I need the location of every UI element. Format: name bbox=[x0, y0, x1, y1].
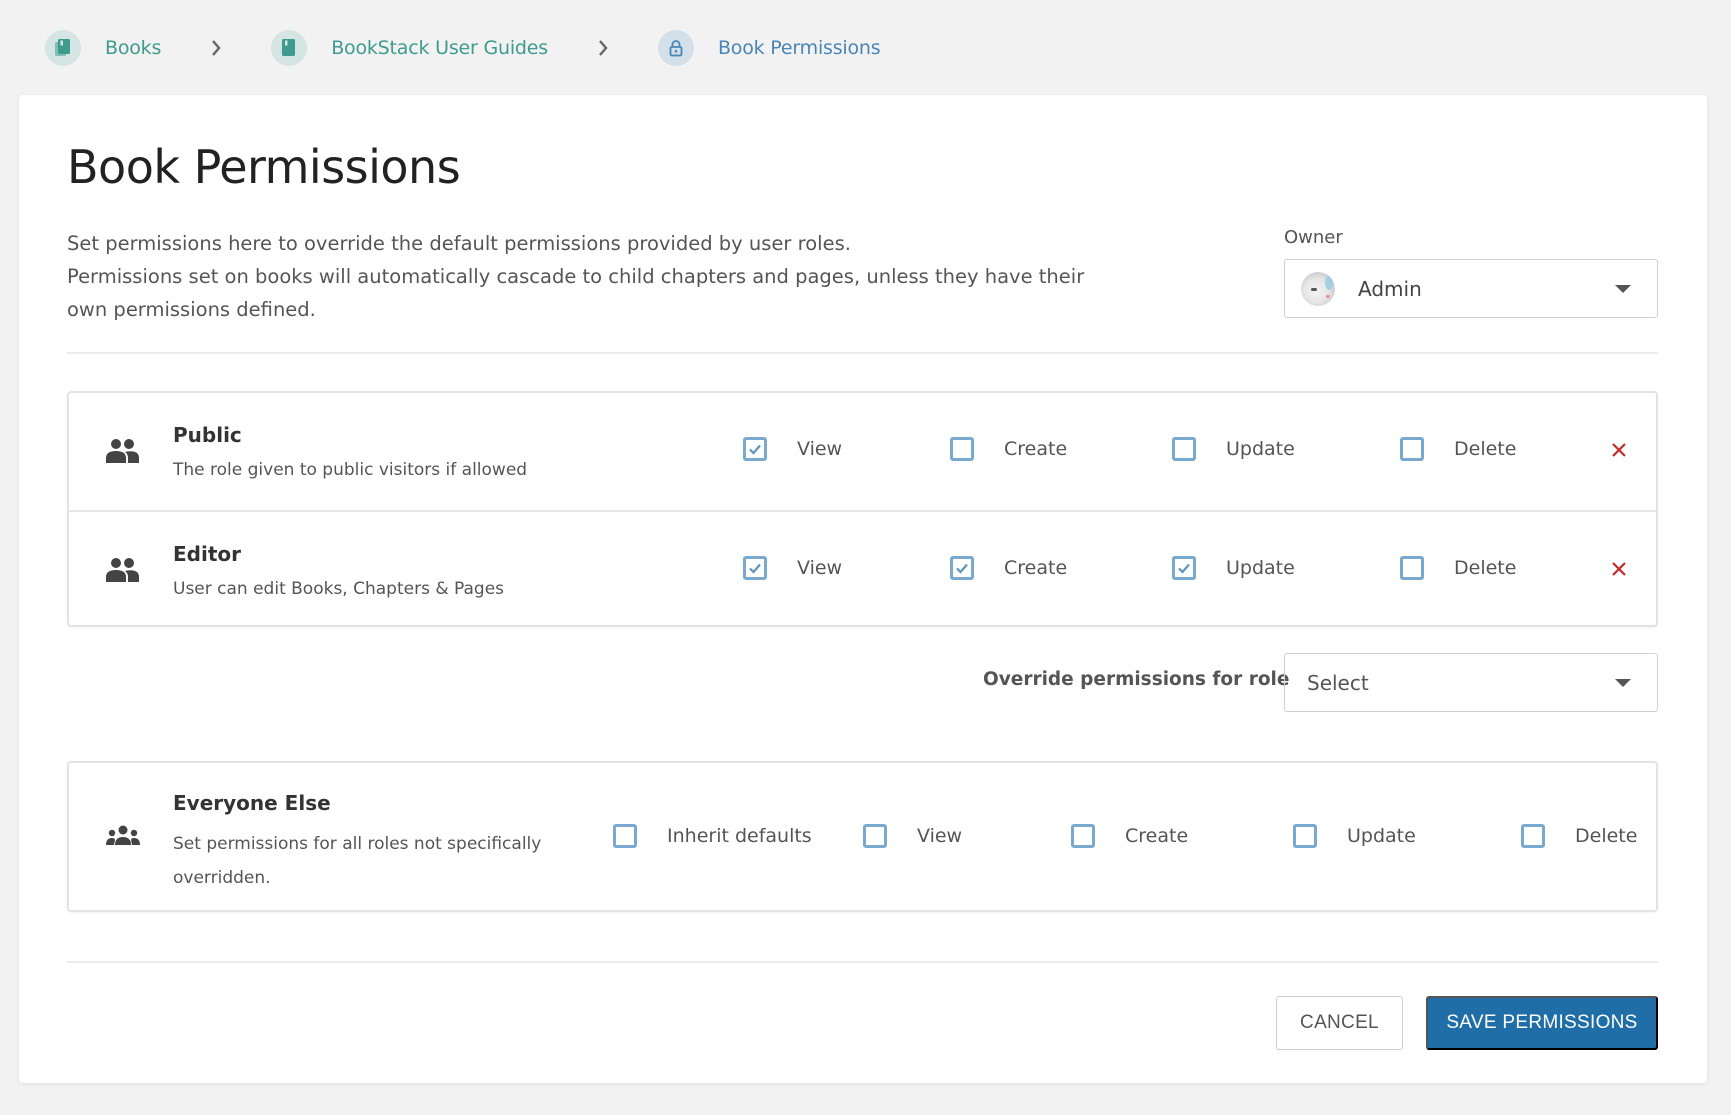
public-update-checkbox[interactable]: Update bbox=[1172, 437, 1295, 461]
perm-label: View bbox=[917, 825, 963, 847]
checkbox-unchecked[interactable] bbox=[1400, 437, 1424, 461]
role-description: User can edit Books, Chapters & Pages bbox=[173, 579, 505, 599]
remove-role-icon[interactable] bbox=[1609, 559, 1629, 579]
editor-view-checkbox[interactable]: View bbox=[743, 556, 842, 580]
perm-label: View bbox=[797, 557, 843, 579]
role-description: Set permissions for all roles not specif… bbox=[173, 834, 542, 888]
editor-update-checkbox[interactable]: Update bbox=[1172, 556, 1295, 580]
perm-label: Delete bbox=[1454, 438, 1517, 460]
divider bbox=[67, 352, 1658, 354]
perm-label: Delete bbox=[1575, 825, 1638, 847]
chevron-right-icon bbox=[566, 39, 640, 57]
perm-label: Inherit defaults bbox=[667, 825, 812, 847]
perm-label: Delete bbox=[1454, 557, 1517, 579]
role-overrides: Public The role given to public visitors… bbox=[67, 391, 1658, 627]
breadcrumb-book[interactable]: BookStack User Guides bbox=[271, 30, 548, 66]
remove-role-icon[interactable] bbox=[1609, 440, 1629, 460]
everyone-delete-checkbox[interactable]: Delete bbox=[1521, 824, 1637, 848]
books-icon bbox=[45, 30, 81, 66]
checkbox-unchecked[interactable] bbox=[613, 824, 637, 848]
checkbox-unchecked[interactable] bbox=[950, 437, 974, 461]
perm-label: Update bbox=[1226, 557, 1295, 579]
checkbox-unchecked[interactable] bbox=[1293, 824, 1317, 848]
book-icon bbox=[271, 30, 308, 66]
perm-label: View bbox=[797, 438, 843, 460]
breadcrumb-books[interactable]: Books bbox=[45, 30, 161, 66]
owner-label: Owner bbox=[1284, 227, 1343, 248]
checkbox-unchecked[interactable] bbox=[1071, 824, 1095, 848]
groups-icon bbox=[105, 823, 141, 849]
breadcrumb-label: Books bbox=[105, 37, 162, 59]
role-name: Public bbox=[173, 423, 242, 447]
public-create-checkbox[interactable]: Create bbox=[950, 437, 1067, 461]
perm-label: Update bbox=[1347, 825, 1416, 847]
role-row-public: Public The role given to public visitors… bbox=[69, 393, 1656, 510]
intro-text: Set permissions here to override the def… bbox=[67, 227, 1117, 326]
checkbox-checked[interactable] bbox=[743, 437, 767, 461]
divider bbox=[67, 961, 1658, 963]
avatar bbox=[1301, 271, 1335, 306]
editor-delete-checkbox[interactable]: Delete bbox=[1400, 556, 1516, 580]
role-name: Everyone Else bbox=[173, 791, 331, 815]
public-delete-checkbox[interactable]: Delete bbox=[1400, 437, 1516, 461]
owner-select[interactable]: Admin bbox=[1284, 259, 1658, 318]
override-role-value: Select bbox=[1307, 670, 1369, 695]
cancel-button[interactable]: CANCEL bbox=[1276, 996, 1403, 1050]
page-title: Book Permissions bbox=[67, 140, 461, 194]
everyone-create-checkbox[interactable]: Create bbox=[1071, 824, 1188, 848]
override-role-label: Override permissions for role bbox=[983, 669, 1290, 690]
perm-label: Create bbox=[1004, 438, 1068, 460]
breadcrumb-label: BookStack User Guides bbox=[331, 37, 548, 59]
breadcrumb-label: Book Permissions bbox=[717, 37, 881, 59]
checkbox-unchecked[interactable] bbox=[1521, 824, 1545, 848]
editor-create-checkbox[interactable]: Create bbox=[950, 556, 1067, 580]
public-view-checkbox[interactable]: View bbox=[743, 437, 842, 461]
save-permissions-button[interactable]: SAVE PERMISSIONS bbox=[1426, 996, 1658, 1050]
chevron-right-icon bbox=[179, 39, 253, 57]
group-icon bbox=[105, 557, 141, 583]
checkbox-checked[interactable] bbox=[743, 556, 767, 580]
checkbox-unchecked[interactable] bbox=[863, 824, 887, 848]
everyone-else-row: Everyone Else Set permissions for all ro… bbox=[67, 761, 1658, 912]
role-name: Editor bbox=[173, 542, 241, 566]
owner-name: Admin bbox=[1358, 276, 1422, 301]
breadcrumb-current[interactable]: Book Permissions bbox=[657, 30, 881, 66]
role-description: The role given to public visitors if all… bbox=[173, 460, 528, 480]
group-icon bbox=[105, 438, 141, 464]
checkbox-checked[interactable] bbox=[1172, 556, 1196, 580]
lock-icon bbox=[657, 30, 694, 66]
perm-label: Update bbox=[1226, 438, 1295, 460]
everyone-inherit-checkbox[interactable]: Inherit defaults bbox=[613, 824, 812, 848]
perm-label: Create bbox=[1004, 557, 1068, 579]
checkbox-checked[interactable] bbox=[950, 556, 974, 580]
intro-line-2: Permissions set on books will automatica… bbox=[67, 265, 1085, 321]
intro-line-1: Set permissions here to override the def… bbox=[67, 232, 851, 255]
checkbox-unchecked[interactable] bbox=[1172, 437, 1196, 461]
caret-down-icon bbox=[1615, 678, 1631, 687]
everyone-update-checkbox[interactable]: Update bbox=[1293, 824, 1416, 848]
role-row-editor: Editor User can edit Books, Chapters & P… bbox=[69, 510, 1656, 627]
perm-label: Create bbox=[1125, 825, 1189, 847]
everyone-view-checkbox[interactable]: View bbox=[863, 824, 962, 848]
caret-down-icon bbox=[1615, 284, 1631, 293]
override-role-select[interactable]: Select bbox=[1284, 653, 1658, 712]
breadcrumb: Books BookStack User Guides Book Permiss… bbox=[45, 30, 881, 66]
permissions-card: Book Permissions Set permissions here to… bbox=[19, 95, 1707, 1083]
checkbox-unchecked[interactable] bbox=[1400, 556, 1424, 580]
